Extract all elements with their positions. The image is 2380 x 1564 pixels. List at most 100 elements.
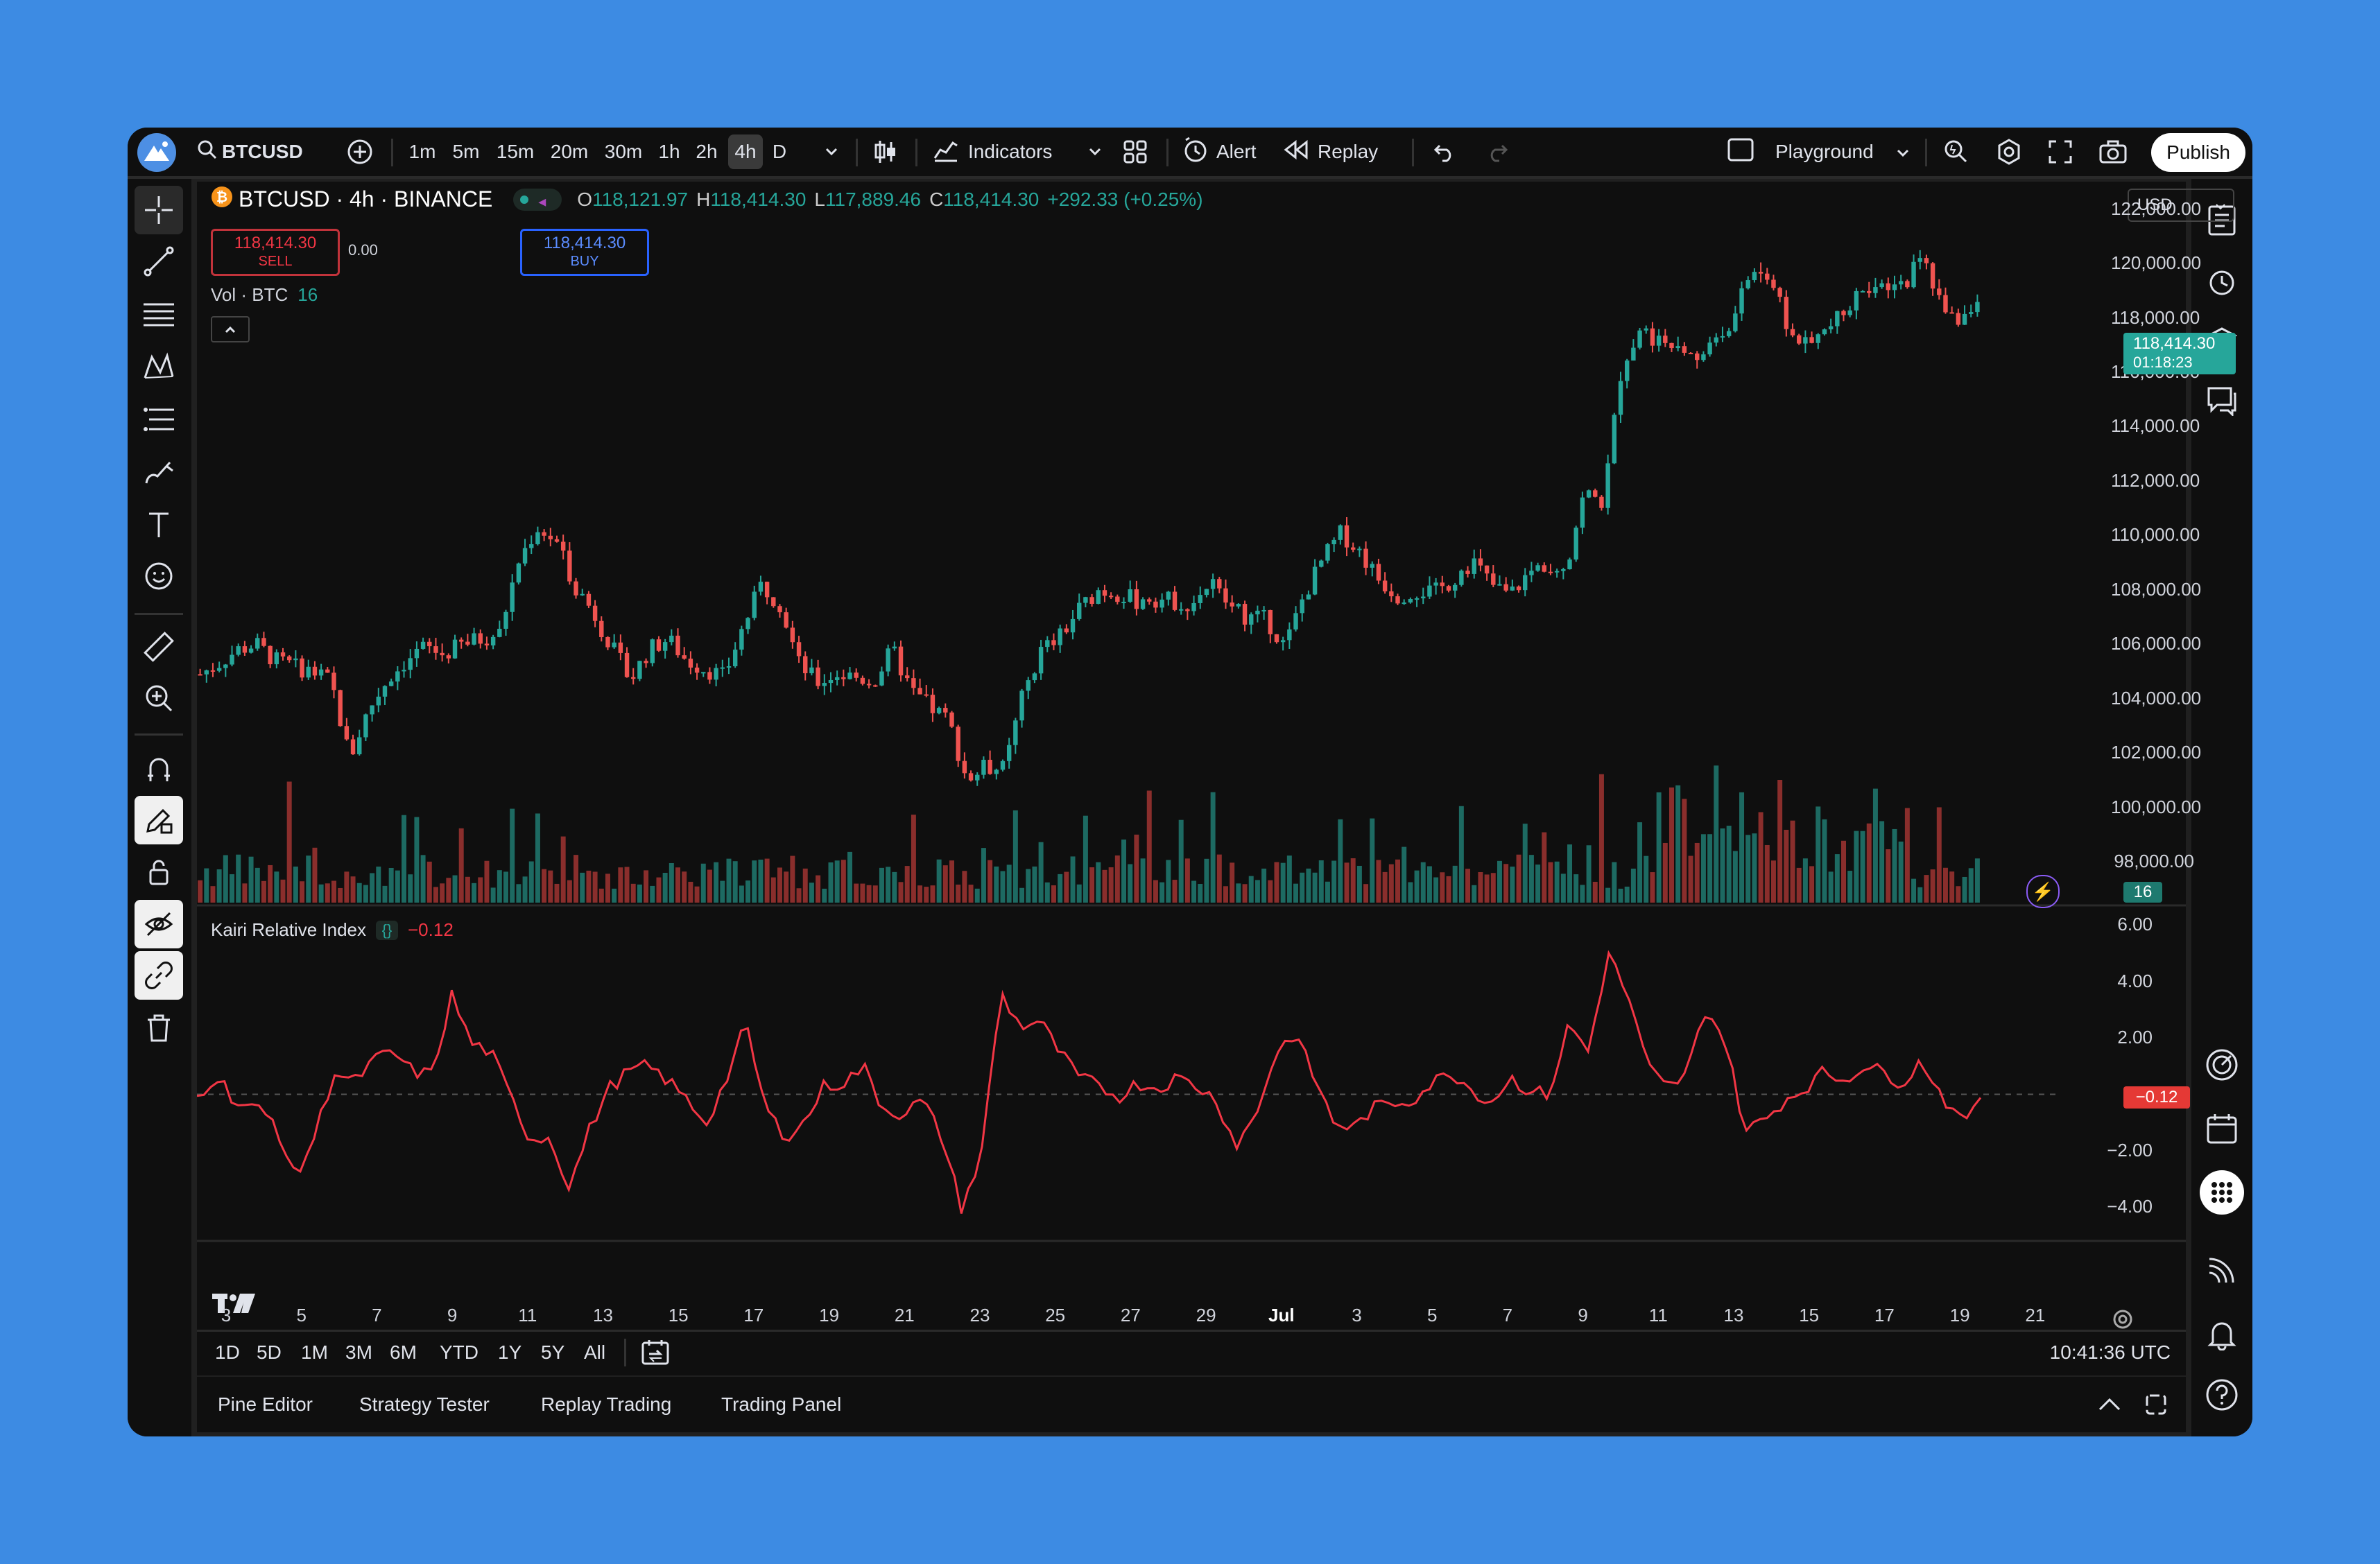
help-icon[interactable] [2198,1371,2245,1418]
indicators-icon [932,137,968,167]
volume-bar [892,871,897,903]
maximize-panel-icon[interactable] [2144,1377,2168,1432]
go-to-date-calendar-icon[interactable] [641,1332,670,1373]
layout-switcher[interactable]: Playground [1727,132,1949,171]
sync-link-icon[interactable] [135,951,183,1000]
alerts-clock-icon[interactable] [2198,258,2245,305]
range-YTD[interactable]: YTD [440,1332,478,1373]
replay-button[interactable]: Replay [1283,132,1387,171]
quick-search-icon[interactable] [1939,132,1974,171]
candle-body [293,658,298,661]
tf-D[interactable]: D [766,134,793,169]
trash-icon[interactable] [135,1004,183,1052]
emoji-icon[interactable] [135,552,183,600]
chat-icon[interactable] [2198,377,2245,424]
utc-clock[interactable]: 10:41:36 UTC [2050,1332,2171,1373]
text-tool-icon[interactable] [135,501,183,549]
candles-type-icon[interactable] [868,132,903,171]
camera-icon[interactable] [2096,132,2130,171]
tab-pine-editor[interactable]: Pine Editor [218,1377,313,1432]
undo-icon[interactable] [1427,132,1462,171]
volume-bar [1866,823,1872,903]
volume-bar [1682,799,1687,903]
redo-icon[interactable] [1480,132,1515,171]
tab-strategy-tester[interactable]: Strategy Tester [359,1377,490,1432]
layout-grid-icon[interactable] [1118,132,1153,171]
crosshair-icon[interactable] [135,186,183,234]
volume-bar [612,888,617,903]
expand-panel-chevron-icon[interactable] [2097,1377,2122,1432]
indicators-chevron-icon[interactable] [1085,132,1105,171]
candle-body [1064,628,1069,633]
tf-2h[interactable]: 2h [691,134,723,169]
lock-icon[interactable] [135,847,183,896]
symbol-search[interactable]: BTCUSD [197,132,315,171]
range-6M[interactable]: 6M [390,1332,417,1373]
magnet-icon[interactable] [135,745,183,793]
range-1M[interactable]: 1M [301,1332,328,1373]
tf-30m[interactable]: 30m [599,134,648,169]
tf-5m[interactable]: 5m [447,134,485,169]
compare-add-icon[interactable] [343,132,377,171]
indicators-button[interactable]: Indicators [932,132,1071,171]
apps-grid-icon[interactable] [2198,1169,2245,1216]
candle-body [612,642,616,648]
indicator-legend[interactable]: Kairi Relative Index {} −0.12 [211,919,454,941]
stay-in-drawing-mode-icon[interactable] [135,796,183,844]
fibonacci-icon[interactable] [135,395,183,444]
volume-bar [344,871,350,903]
settings-gear-icon[interactable] [1992,132,2026,171]
range-3M[interactable]: 3M [345,1332,372,1373]
zoom-in-icon[interactable] [135,674,183,722]
sell-button[interactable]: 118,414.30 SELL [211,229,340,276]
svg-text:₿: ₿ [216,190,227,205]
tf-1h[interactable]: 1h [653,134,685,169]
candle-body [1956,313,1961,325]
candle-body [1236,604,1241,607]
tf-20m[interactable]: 20m [545,134,594,169]
range-5Y[interactable]: 5Y [541,1332,564,1373]
trend-line-icon[interactable] [135,237,183,286]
candle-body [1599,496,1604,508]
tab-trading-panel[interactable]: Trading Panel [721,1377,841,1432]
pattern-icon[interactable] [135,342,183,391]
range-All[interactable]: All [584,1332,605,1373]
fullscreen-icon[interactable] [2043,132,2078,171]
tab-replay-trading[interactable]: Replay Trading [541,1377,671,1432]
range-5D[interactable]: 5D [257,1332,282,1373]
news-feed-icon[interactable] [2198,1246,2245,1294]
brush-icon[interactable] [135,448,183,496]
symbol-legend[interactable]: ₿ BTCUSD · 4h · BINANCE ◂ O 118,121.97 H… [211,186,1203,213]
volume-bar [1058,874,1063,903]
target-icon[interactable] [2198,1041,2245,1088]
range-1D[interactable]: 1D [215,1332,240,1373]
range-1Y[interactable]: 1Y [498,1332,521,1373]
tf-15m[interactable]: 15m [491,134,540,169]
volume-bar [236,854,241,903]
tf-1m[interactable]: 1m [404,134,441,169]
tf-4h[interactable]: 4h [728,134,763,169]
app-logo[interactable] [137,133,176,172]
volume-bar [1911,878,1917,903]
buy-button[interactable]: 118,414.30 BUY [520,229,649,276]
volume-bar [1230,862,1235,903]
ruler-icon[interactable] [135,623,183,671]
chart-canvas[interactable] [197,182,2186,1375]
volume-bar [898,882,904,903]
timeframe-dropdown-chevron-icon[interactable] [821,132,842,171]
notifications-bell-icon[interactable] [2198,1310,2245,1357]
calendar-icon[interactable] [2198,1105,2245,1152]
chart-area[interactable]: ₿ BTCUSD · 4h · BINANCE ◂ O 118,121.97 H… [197,182,2236,1375]
alert-button[interactable]: Alert [1182,132,1272,171]
candle-body [1128,589,1132,602]
volume-bar [223,855,228,903]
hide-drawings-icon[interactable] [135,900,183,948]
collapse-legend-chevron-icon[interactable] [211,316,250,342]
lightning-icon[interactable]: ⚡ [2026,875,2060,908]
candle-body [854,672,859,678]
horizontal-lines-icon[interactable] [135,290,183,338]
publish-button[interactable]: Publish [2151,133,2245,172]
volume-bar [1886,849,1891,903]
volume-legend[interactable]: Vol · BTC 16 [211,284,318,306]
candle-body [376,696,381,706]
